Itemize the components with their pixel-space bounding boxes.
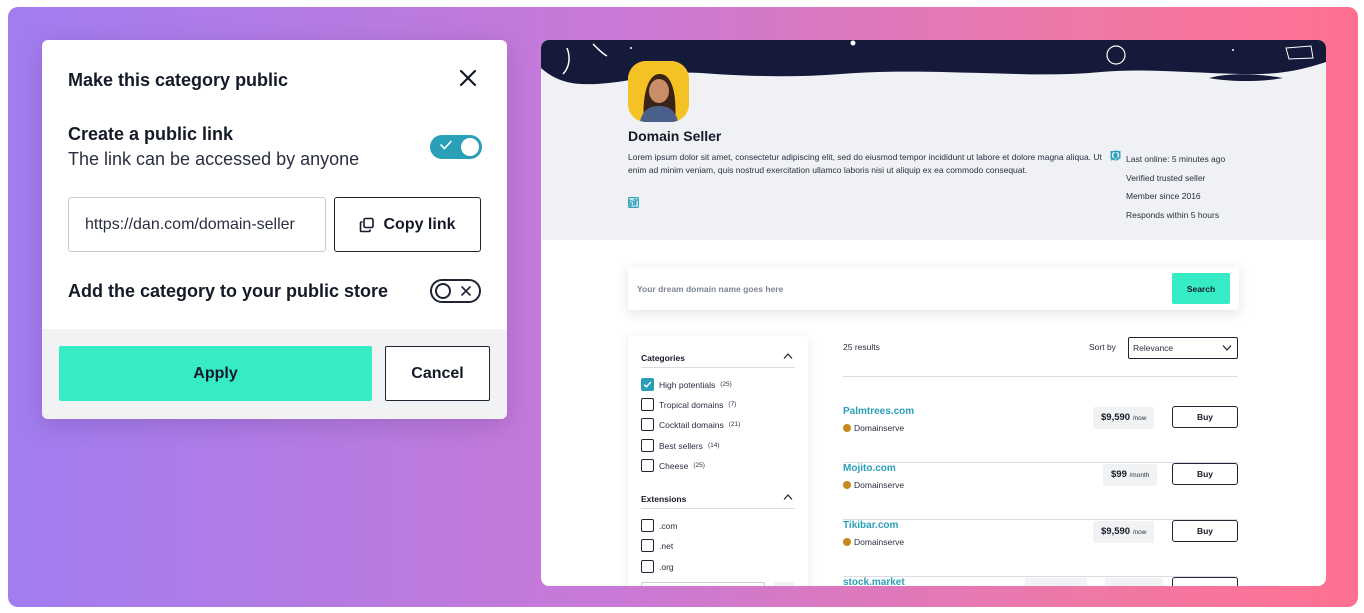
close-button[interactable] bbox=[456, 66, 480, 90]
checkbox[interactable] bbox=[641, 560, 654, 573]
price-badge bbox=[1105, 578, 1163, 586]
extension-search-field[interactable] bbox=[641, 582, 765, 586]
seller-page-preview: Domain Seller Lorem ipsum dolor sit amet… bbox=[541, 40, 1326, 586]
seller-logo-icon bbox=[843, 538, 851, 546]
checkbox-checked[interactable] bbox=[641, 378, 654, 391]
seller-name: Domain Seller bbox=[628, 128, 722, 144]
extension-com[interactable]: .com bbox=[641, 519, 677, 532]
price-badge: $9,590 /now bbox=[1093, 521, 1155, 543]
check-icon bbox=[440, 140, 452, 150]
extension-net[interactable]: .net bbox=[641, 539, 673, 552]
public-link-toggle[interactable] bbox=[430, 135, 482, 159]
linkedin-icon[interactable] bbox=[628, 197, 639, 208]
checkbox[interactable] bbox=[641, 539, 654, 552]
buy-button[interactable]: Buy bbox=[1172, 520, 1238, 542]
stat-member-since: Member since 2016 bbox=[1110, 150, 1225, 206]
toggle-knob bbox=[461, 138, 479, 156]
checkbox[interactable] bbox=[641, 439, 654, 452]
apply-button[interactable]: Apply bbox=[59, 346, 372, 401]
checkbox[interactable] bbox=[641, 398, 654, 411]
profile-header: Domain Seller Lorem ipsum dolor sit amet… bbox=[541, 40, 1326, 240]
extension-search-button[interactable] bbox=[774, 582, 794, 586]
public-url-field[interactable] bbox=[68, 197, 326, 252]
result-row: stock.market bbox=[843, 577, 1238, 586]
public-link-title: Create a public link bbox=[68, 124, 234, 144]
category-high-potentials[interactable]: High potentials (25) bbox=[641, 378, 732, 391]
public-store-label: Add the category to your public store bbox=[68, 281, 389, 301]
domain-seller: Domainserve bbox=[843, 537, 904, 547]
chevron-up-icon bbox=[783, 353, 793, 359]
copy-icon bbox=[360, 217, 375, 232]
domain-search-bar: Search bbox=[628, 267, 1239, 310]
check-icon bbox=[643, 381, 652, 388]
checkbox[interactable] bbox=[641, 459, 654, 472]
avatar bbox=[628, 61, 689, 122]
category-best-sellers[interactable]: Best sellers (14) bbox=[641, 439, 720, 452]
chevron-up-icon bbox=[783, 494, 793, 500]
divider bbox=[843, 376, 1238, 377]
cancel-button[interactable]: Cancel bbox=[385, 346, 490, 401]
seller-stats: Last online: 5 minutes ago Verified trus… bbox=[1110, 150, 1225, 224]
domain-seller: Domainserve bbox=[843, 423, 904, 433]
domain-name-link[interactable]: Tikibar.com bbox=[843, 520, 898, 531]
modal-footer: Apply Cancel bbox=[42, 329, 507, 419]
make-public-modal: Make this category public Create a publi… bbox=[42, 40, 507, 419]
x-icon bbox=[461, 286, 471, 296]
sort-value: Relevance bbox=[1133, 343, 1174, 353]
extension-org[interactable]: .org bbox=[641, 560, 674, 573]
categories-title: Categories bbox=[641, 353, 685, 363]
results-count: 25 results bbox=[843, 342, 880, 352]
domain-name-link[interactable]: Palmtrees.com bbox=[843, 406, 914, 417]
price-badge bbox=[1025, 578, 1087, 586]
categories-header[interactable]: Categories bbox=[641, 348, 795, 368]
filters-panel: Categories High potentials (25) Tropical … bbox=[628, 336, 808, 586]
category-cheese[interactable]: Cheese (25) bbox=[641, 459, 705, 472]
checkbox[interactable] bbox=[641, 418, 654, 431]
domain-search-input[interactable] bbox=[628, 267, 1158, 310]
result-row: Palmtrees.com Domainserve $9,590 /now Bu… bbox=[843, 406, 1238, 463]
copy-link-label: Copy link bbox=[383, 215, 456, 233]
price-badge: $9,590 /now bbox=[1093, 407, 1155, 429]
sort-label: Sort by bbox=[1089, 342, 1116, 352]
extensions-header[interactable]: Extensions bbox=[641, 489, 795, 509]
copy-link-button[interactable]: Copy link bbox=[334, 197, 481, 252]
stat-response-time: Responds within 5 hours bbox=[1110, 151, 1225, 225]
modal-title: Make this category public bbox=[68, 70, 289, 90]
category-tropical-domains[interactable]: Tropical domains (7) bbox=[641, 398, 736, 411]
seller-portrait bbox=[628, 61, 689, 122]
buy-button[interactable]: Buy bbox=[1172, 463, 1238, 485]
domain-name-link[interactable]: stock.market bbox=[843, 577, 905, 586]
domain-name-link[interactable]: Mojito.com bbox=[843, 463, 896, 474]
category-cocktail-domains[interactable]: Cocktail domains (21) bbox=[641, 418, 740, 431]
chat-check-icon bbox=[1110, 151, 1121, 161]
checkbox[interactable] bbox=[641, 519, 654, 532]
public-link-subtitle: The link can be accessed by anyone bbox=[68, 149, 360, 169]
sort-select[interactable]: Relevance bbox=[1128, 337, 1238, 359]
stat-verified: Verified trusted seller bbox=[1110, 150, 1225, 188]
extensions-title: Extensions bbox=[641, 494, 687, 504]
stat-last-online: Last online: 5 minutes ago bbox=[1110, 150, 1225, 169]
seller-logo-icon bbox=[843, 424, 851, 432]
result-row: Tikibar.com Domainserve $9,590 /now Buy bbox=[843, 520, 1238, 577]
seller-description: Lorem ipsum dolor sit amet, consectetur … bbox=[628, 152, 1102, 175]
close-icon bbox=[459, 69, 477, 87]
result-row: Mojito.com Domainserve $99 /month Buy bbox=[843, 463, 1238, 520]
price-badge: $99 /month bbox=[1103, 464, 1158, 486]
domain-seller: Domainserve bbox=[843, 480, 904, 490]
search-button[interactable]: Search bbox=[1172, 273, 1230, 304]
buy-button[interactable]: Buy bbox=[1172, 406, 1238, 428]
seller-logo-icon bbox=[843, 481, 851, 489]
buy-button[interactable] bbox=[1172, 577, 1238, 586]
public-store-toggle[interactable] bbox=[430, 279, 481, 303]
toggle-knob bbox=[435, 283, 451, 299]
chevron-down-icon bbox=[1222, 345, 1232, 351]
